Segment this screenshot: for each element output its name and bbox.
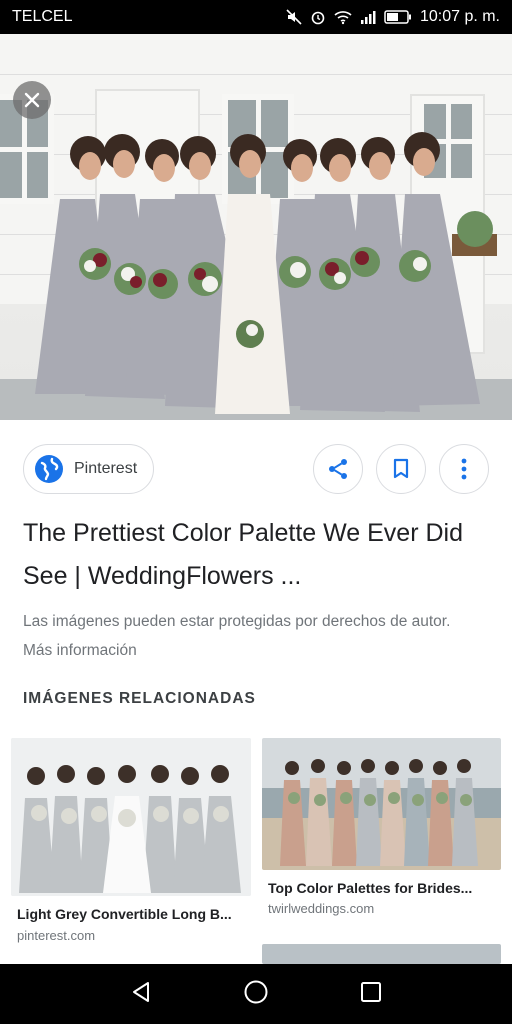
- status-bar: TELCEL 10:07 p. m.: [0, 0, 512, 34]
- wifi-icon: [334, 9, 352, 25]
- source-chip[interactable]: Pinterest: [23, 444, 155, 494]
- signal-icon: [360, 9, 376, 25]
- related-image: [11, 738, 251, 896]
- related-title: Top Color Palettes for Brides...: [268, 880, 473, 896]
- close-icon: [24, 92, 40, 108]
- globe-icon: [35, 455, 63, 483]
- related-card[interactable]: Top Color Palettes for Brides... twirlwe…: [262, 738, 501, 928]
- carrier-label: TELCEL: [12, 8, 73, 25]
- source-label: Pinterest: [74, 460, 138, 477]
- clock: 10:07 p. m.: [419, 8, 500, 25]
- alarm-icon: [310, 9, 326, 25]
- related-title: Light Grey Convertible Long B...: [17, 906, 232, 922]
- mute-icon: [286, 9, 302, 25]
- home-icon: [244, 980, 268, 1003]
- more-vert-icon: [461, 458, 467, 480]
- back-button[interactable]: [129, 980, 153, 1009]
- battery-icon: [384, 10, 412, 24]
- bookmark-icon: [393, 458, 409, 479]
- recents-icon: [361, 981, 381, 1002]
- bridal-party-illustration: [35, 132, 497, 414]
- share-button[interactable]: [313, 444, 363, 494]
- recents-button[interactable]: [359, 980, 383, 1009]
- page-title[interactable]: The Prettiest Color Palette We Ever Did …: [23, 512, 493, 598]
- hero-image[interactable]: [0, 34, 512, 420]
- related-source: twirlweddings.com: [268, 901, 375, 916]
- copyright-notice: Las imágenes pueden estar protegidas por…: [23, 613, 451, 659]
- share-icon: [329, 459, 347, 479]
- related-images-heading: IMÁGENES RELACIONADAS: [23, 690, 256, 707]
- related-image: [262, 738, 501, 870]
- related-source: pinterest.com: [17, 928, 96, 943]
- home-button[interactable]: [243, 979, 269, 1010]
- back-icon: [133, 981, 149, 1002]
- related-card[interactable]: Light Grey Convertible Long B... pintere…: [11, 738, 251, 948]
- related-image-partial[interactable]: [262, 944, 501, 964]
- system-nav-bar: [0, 964, 512, 1024]
- close-button[interactable]: [13, 81, 51, 119]
- status-icons: 10:07 p. m.: [286, 8, 500, 26]
- save-button[interactable]: [376, 444, 426, 494]
- more-options-button[interactable]: [439, 444, 489, 494]
